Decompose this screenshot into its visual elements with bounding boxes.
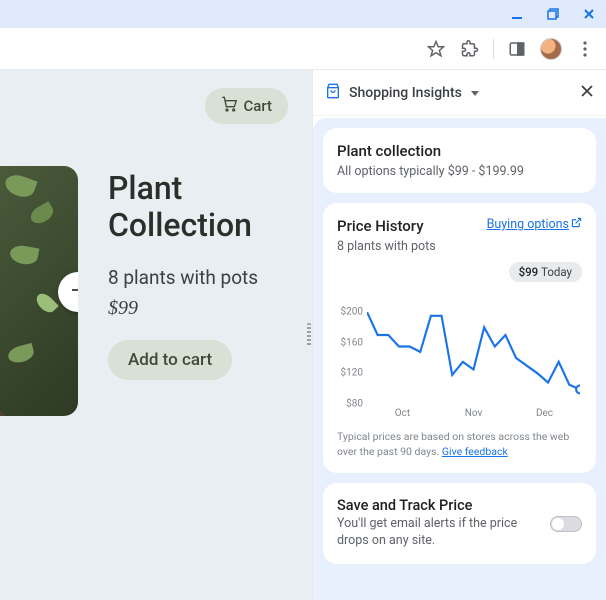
product-title: Plant Collection [108,170,258,244]
close-window-button[interactable] [580,5,598,23]
window-titlebar [0,0,606,28]
minimize-button[interactable] [508,5,526,23]
resize-handle[interactable] [306,70,312,600]
price-history-title: Price History [337,217,436,235]
panel-header: Shopping Insights [313,70,606,116]
panel-close-button[interactable] [580,82,594,103]
product-image[interactable] [0,166,78,416]
summary-card: Plant collection All options typically $… [323,128,596,193]
give-feedback-link[interactable]: Give feedback [442,445,508,458]
side-panel: Shopping Insights Plant collection All o… [312,70,606,600]
track-title: Save and Track Price [337,497,540,514]
price-history-card: Price History 8 plants with pots Buying … [323,203,596,473]
cart-icon [221,96,237,116]
profile-avatar[interactable] [540,38,562,60]
panel-title: Shopping Insights [349,85,462,101]
browser-toolbar [0,28,606,70]
kebab-menu-icon[interactable] [574,38,596,60]
external-link-icon [571,217,582,232]
track-price-card: Save and Track Price You'll get email al… [323,483,596,564]
summary-title: Plant collection [337,142,582,160]
cart-label: Cart [243,97,272,115]
product-pane: Cart Plant Collection 8 plants with pots… [0,70,306,600]
price-history-subtitle: 8 plants with pots [337,239,436,254]
summary-subtitle: All options typically $99 - $199.99 [337,164,582,179]
toolbar-divider [493,39,494,59]
track-subtitle: You'll get email alerts if the price dro… [337,516,540,550]
side-panel-toggle-icon[interactable] [506,38,528,60]
buying-options-link[interactable]: Buying options [487,217,582,232]
today-price-badge: $99 Today [509,262,582,282]
price-history-chart: $200$160$120$80 OctNovDec [337,312,582,422]
price-disclaimer: Typical prices are based on stores acros… [337,430,582,459]
extensions-puzzle-icon[interactable] [459,38,481,60]
cart-button[interactable]: Cart [205,88,288,124]
shopping-bag-icon [325,83,341,103]
bookmark-star-icon[interactable] [425,38,447,60]
restore-button[interactable] [544,5,562,23]
add-to-cart-button[interactable]: Add to cart [108,340,232,380]
product-price: $99 [108,297,258,320]
panel-dropdown-icon[interactable] [470,83,480,102]
track-price-toggle[interactable] [550,516,582,532]
product-subtitle: 8 plants with pots [108,266,258,289]
arrow-right-icon [69,280,78,304]
